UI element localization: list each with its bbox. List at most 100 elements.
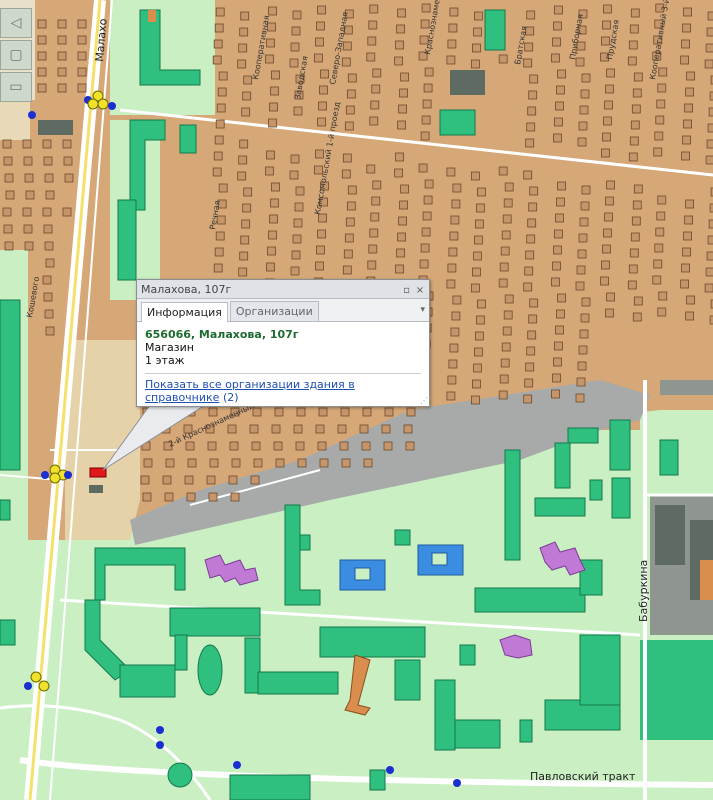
layer-icon[interactable]: ▭ (0, 72, 32, 102)
close-icon[interactable]: × (415, 285, 425, 296)
house (498, 390, 508, 400)
house (240, 235, 250, 245)
house (45, 258, 55, 268)
house (362, 407, 372, 417)
house (523, 282, 533, 292)
pan-icon[interactable]: ◁ (0, 8, 32, 38)
popup-titlebar[interactable]: Малахова, 107г ▫ × (137, 280, 429, 299)
house (367, 260, 377, 270)
house (346, 201, 356, 211)
house (605, 196, 614, 206)
house (43, 292, 53, 302)
house (658, 67, 668, 77)
house (231, 458, 241, 468)
house (630, 232, 640, 242)
house (502, 214, 512, 224)
house (249, 424, 259, 434)
house (293, 424, 303, 434)
house (553, 133, 562, 143)
house (581, 185, 591, 195)
house (370, 100, 380, 110)
building-info-popup[interactable]: Малахова, 107г ▫ × Информация Организаци… (136, 279, 430, 407)
house (475, 203, 485, 213)
house (371, 196, 381, 206)
zoom-icon[interactable]: ▢ (0, 40, 32, 70)
popup-title: Малахова, 107г (141, 282, 232, 296)
house (37, 35, 47, 45)
house (396, 24, 406, 34)
tab-organizations[interactable]: Организации (229, 301, 319, 321)
house (372, 180, 382, 190)
house (447, 263, 457, 273)
house (529, 186, 539, 196)
house (451, 311, 461, 321)
house (446, 391, 456, 401)
house (602, 244, 611, 254)
house (500, 358, 510, 368)
house (340, 407, 350, 417)
house (450, 215, 460, 225)
house (449, 343, 459, 353)
house (581, 297, 591, 307)
house (579, 329, 589, 339)
house (499, 262, 509, 272)
house (344, 121, 354, 131)
resize-grip-icon[interactable]: ⋰ (420, 396, 428, 405)
house (77, 83, 87, 93)
house (213, 151, 223, 161)
house (474, 219, 484, 229)
house (657, 83, 667, 93)
house (273, 441, 283, 451)
popup-divider (145, 373, 421, 374)
house (633, 72, 643, 82)
house (579, 105, 589, 115)
house (5, 190, 15, 200)
house (317, 229, 326, 239)
house (241, 107, 251, 117)
house (552, 261, 561, 271)
house (471, 43, 481, 53)
house (266, 150, 275, 160)
show-organizations-link[interactable]: Показать все организации здания в справо… (145, 378, 355, 404)
house (265, 166, 274, 176)
organizations-link-row: Показать все организации здания в справо… (145, 378, 421, 404)
house (208, 407, 218, 417)
house (523, 58, 533, 68)
house (504, 294, 514, 304)
tab-information[interactable]: Информация (141, 302, 228, 322)
house (227, 424, 237, 434)
house (213, 39, 223, 49)
house (704, 59, 713, 69)
house (22, 139, 32, 149)
minimize-icon[interactable]: ▫ (402, 285, 412, 296)
house (524, 378, 534, 388)
house (446, 167, 456, 177)
house (652, 275, 662, 285)
house (653, 147, 663, 157)
house (446, 55, 456, 65)
house (207, 441, 217, 451)
house (524, 42, 534, 52)
house (294, 202, 304, 212)
house (23, 224, 33, 234)
house (423, 195, 433, 205)
tabs-scroll-icon[interactable]: ▾ (420, 305, 425, 315)
house (318, 101, 327, 111)
house (682, 247, 691, 257)
house (267, 246, 276, 256)
house (45, 326, 55, 336)
map-nav-control[interactable]: ◁ ▢ ▭ (0, 8, 34, 118)
house (341, 169, 351, 179)
house (366, 164, 376, 174)
house (686, 295, 695, 305)
house (475, 315, 485, 325)
house (498, 278, 508, 288)
house (656, 211, 666, 221)
house (448, 23, 458, 33)
house (239, 139, 249, 149)
house (266, 262, 275, 272)
house (44, 309, 54, 319)
house (4, 241, 14, 251)
house (214, 247, 224, 257)
house (421, 227, 431, 237)
